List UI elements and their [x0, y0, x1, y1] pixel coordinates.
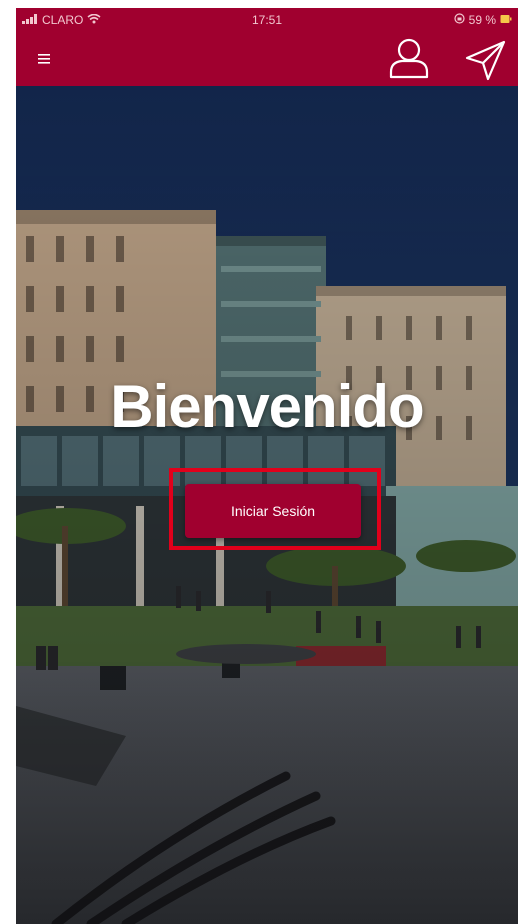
app-header: CLARO 17:51 59 % [16, 8, 518, 86]
app-screen: CLARO 17:51 59 % Bienvenido Iniciar Sesi… [16, 8, 518, 924]
user-icon[interactable] [388, 36, 430, 80]
rotation-lock-icon [454, 13, 465, 27]
hamburger-menu-icon[interactable] [38, 52, 58, 68]
status-bar: CLARO 17:51 59 % [16, 8, 518, 32]
login-button[interactable]: Iniciar Sesión [185, 484, 361, 538]
battery-icon [500, 13, 512, 27]
status-right: 59 % [454, 13, 512, 27]
welcome-title: Bienvenido [110, 373, 424, 440]
status-time: 17:51 [251, 13, 283, 27]
battery-label: 59 % [468, 13, 496, 27]
paper-plane-icon[interactable] [464, 38, 508, 82]
